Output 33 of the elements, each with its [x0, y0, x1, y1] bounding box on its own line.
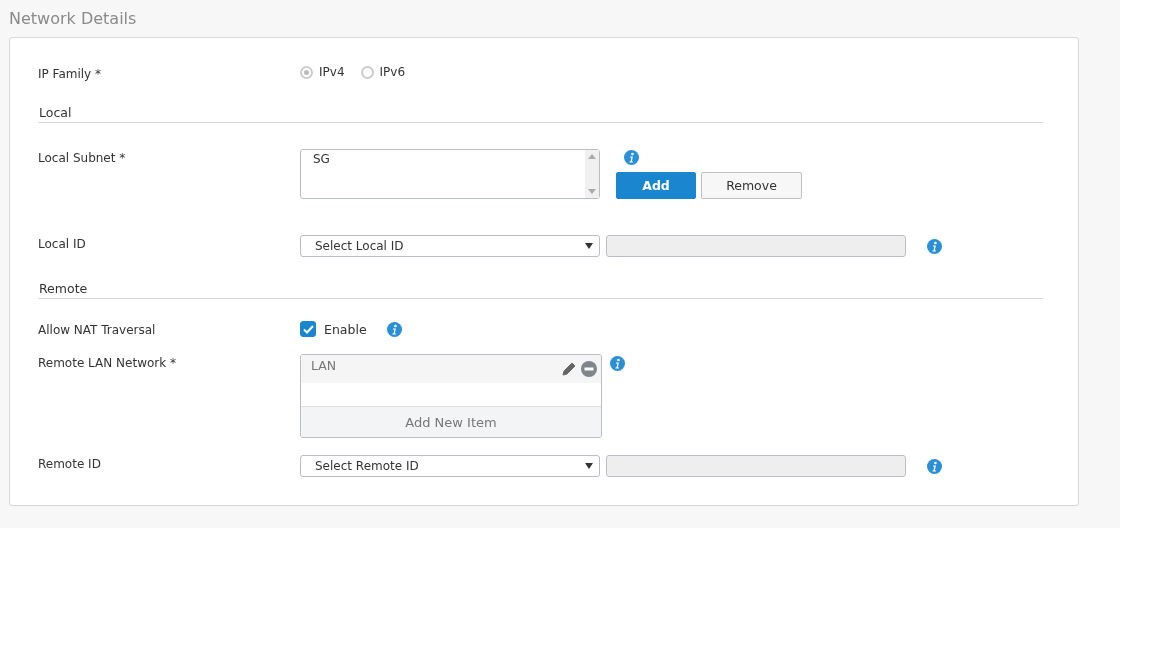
pencil-icon[interactable] — [561, 361, 577, 377]
checkmark-icon — [302, 324, 314, 334]
section-heading: Local — [39, 105, 72, 120]
caret-icon — [585, 243, 593, 249]
remove-button[interactable]: Remove — [701, 172, 802, 199]
checkbox-option[interactable]: Enable — [300, 321, 367, 337]
section-heading: Remote — [39, 281, 88, 296]
page-title: Network Details — [9, 9, 138, 30]
radio-option[interactable]: IPv4 — [300, 65, 345, 79]
info-icon[interactable] — [624, 150, 639, 165]
add-button[interactable]: Add — [616, 172, 696, 199]
field-label: Remote ID — [38, 456, 102, 471]
field-label: IP Family * — [38, 66, 103, 81]
list-box[interactable]: SG — [300, 149, 600, 199]
dropdown[interactable]: Select Local ID — [300, 235, 600, 257]
field-label: Local ID — [38, 236, 87, 251]
info-icon[interactable] — [610, 356, 625, 371]
field-label: Allow NAT Traversal — [38, 322, 157, 337]
info-icon[interactable] — [927, 458, 942, 474]
field-label: Remote LAN Network * — [38, 355, 177, 370]
caret-icon — [585, 463, 593, 469]
add-item-button[interactable]: Add New Item — [301, 407, 601, 437]
remove-icon[interactable] — [581, 361, 597, 377]
radio-option[interactable]: IPv6 — [360, 65, 406, 79]
list-item[interactable]: SG — [313, 152, 573, 166]
scroll-up-icon[interactable] — [588, 154, 596, 159]
info-icon[interactable] — [386, 321, 402, 337]
list-item: LAN — [311, 357, 337, 373]
field-label: Local Subnet * — [38, 150, 127, 165]
dropdown[interactable]: Select Remote ID — [300, 455, 600, 477]
info-icon[interactable] — [927, 238, 942, 254]
scrollbar[interactable] — [585, 150, 599, 198]
scroll-down-icon[interactable] — [588, 189, 596, 194]
